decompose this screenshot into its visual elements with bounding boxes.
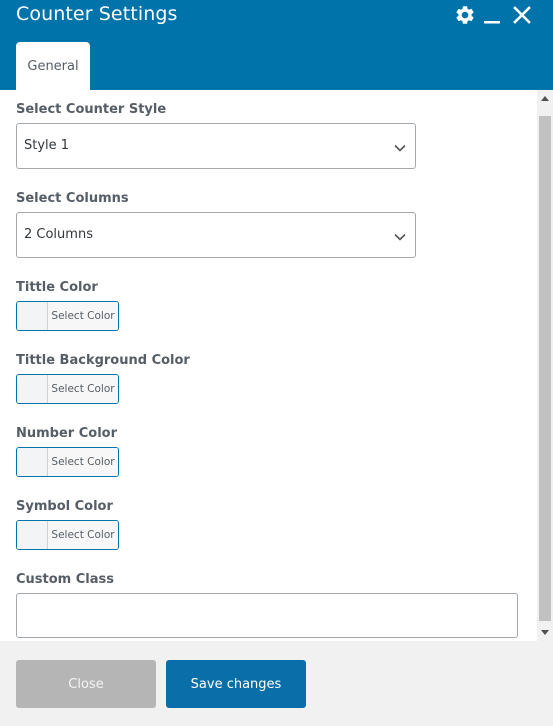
number-color-label: Number Color	[16, 426, 118, 441]
scroll-up-arrow-icon[interactable]	[537, 90, 553, 106]
color-swatch	[17, 521, 48, 549]
gear-icon[interactable]	[454, 4, 476, 26]
columns-label: Select Columns	[16, 191, 129, 206]
title-color-button[interactable]: Select Color	[16, 301, 119, 331]
title-color-label: Tittle Color	[16, 280, 98, 295]
modal-header: Counter Settings General	[0, 0, 553, 90]
modal-footer: Close Save changes	[0, 641, 553, 726]
scroll-down-arrow-icon[interactable]	[537, 625, 553, 641]
counter-style-select[interactable]: Style 1	[16, 123, 416, 169]
title-bg-color-label: Tittle Background Color	[16, 353, 190, 368]
color-swatch	[17, 375, 48, 403]
columns-select[interactable]: 2 Columns	[16, 212, 416, 258]
select-color-label: Select Color	[48, 521, 118, 549]
counter-style-value: Style 1	[24, 138, 70, 153]
close-icon[interactable]	[511, 4, 533, 26]
close-button[interactable]: Close	[16, 660, 156, 708]
columns-value: 2 Columns	[24, 227, 93, 242]
settings-form: Select Counter Style Style 1 Select Colu…	[0, 90, 537, 641]
modal-title: Counter Settings	[16, 3, 178, 25]
number-color-button[interactable]: Select Color	[16, 447, 119, 477]
save-changes-button[interactable]: Save changes	[166, 660, 306, 708]
select-color-label: Select Color	[48, 375, 118, 403]
minimize-icon[interactable]	[481, 4, 503, 26]
color-swatch	[17, 448, 48, 476]
chevron-down-icon	[393, 140, 407, 154]
scrollbar[interactable]	[537, 90, 553, 641]
color-swatch	[17, 302, 48, 330]
custom-class-input[interactable]	[16, 593, 518, 638]
symbol-color-button[interactable]: Select Color	[16, 520, 119, 550]
select-color-label: Select Color	[48, 302, 118, 330]
title-bg-color-button[interactable]: Select Color	[16, 374, 119, 404]
tab-general[interactable]: General	[16, 42, 90, 90]
chevron-down-icon	[393, 229, 407, 243]
counter-style-label: Select Counter Style	[16, 102, 167, 117]
symbol-color-label: Symbol Color	[16, 499, 113, 514]
select-color-label: Select Color	[48, 448, 118, 476]
scroll-thumb[interactable]	[539, 116, 551, 621]
custom-class-label: Custom Class	[16, 572, 114, 587]
